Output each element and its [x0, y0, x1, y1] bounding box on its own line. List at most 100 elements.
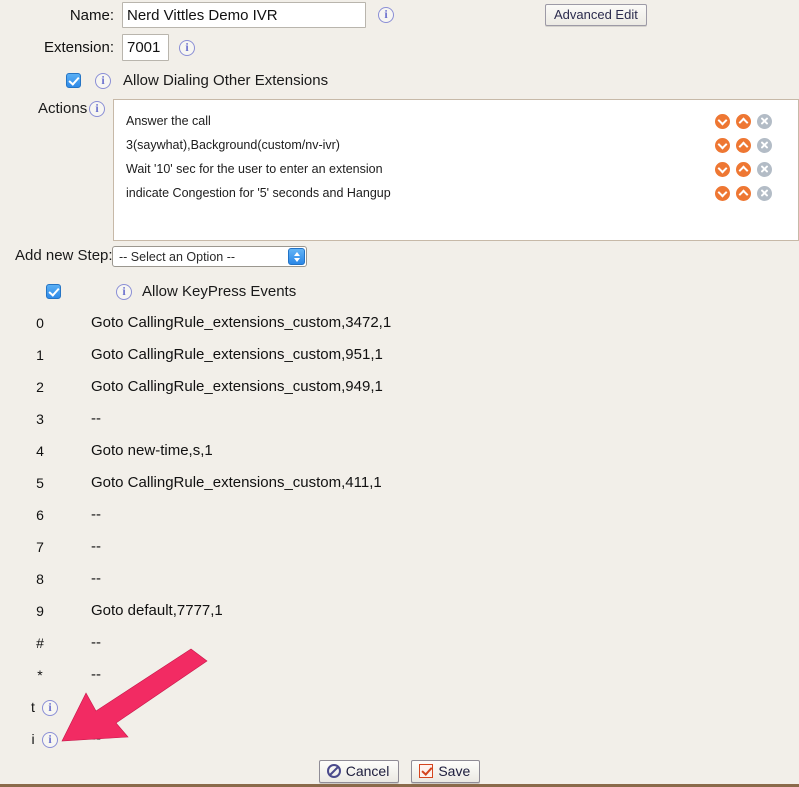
action-text: Answer the call: [126, 114, 211, 128]
name-info-icon[interactable]: i: [378, 7, 394, 23]
extension-input[interactable]: [122, 34, 169, 61]
allow-keypress-info-icon[interactable]: i: [116, 283, 132, 300]
keypress-key: 3: [36, 411, 44, 427]
action-row-controls: [715, 185, 772, 201]
allow-dialing-label: Allow Dialing Other Extensions: [123, 72, 329, 89]
keypress-value[interactable]: Goto CallingRule_extensions_custom,3472,…: [91, 314, 391, 331]
keypress-key: 2: [36, 379, 44, 395]
list-item[interactable]: i i --: [0, 726, 799, 758]
keypress-value[interactable]: --: [91, 410, 101, 427]
name-input[interactable]: [122, 2, 366, 28]
delete-circle-icon[interactable]: [757, 113, 772, 129]
chevron-down-circle-icon[interactable]: [715, 161, 730, 177]
keypress-key: 7: [36, 539, 44, 555]
keypress-i-info-icon[interactable]: i: [42, 732, 58, 748]
extension-row: Extension: i: [38, 34, 195, 61]
name-row: Name: i: [52, 2, 394, 28]
keypress-t-info-icon[interactable]: i: [42, 700, 58, 716]
keypress-value[interactable]: Goto new-time,s,1: [91, 442, 213, 459]
keypress-value[interactable]: --: [91, 570, 101, 587]
keypress-key: 6: [36, 507, 44, 523]
chevron-down-circle-icon[interactable]: [715, 113, 730, 129]
action-row[interactable]: Wait '10' sec for the user to enter an e…: [114, 157, 798, 181]
add-step-selected-value: -- Select an Option --: [119, 249, 236, 264]
action-row[interactable]: Answer the call: [114, 109, 798, 133]
chevron-down-circle-icon[interactable]: [715, 185, 730, 201]
actions-box: Answer the call 3(saywhat),Background(cu…: [113, 99, 799, 241]
keypress-value[interactable]: Goto CallingRule_extensions_custom,411,1: [91, 474, 382, 491]
list-item[interactable]: 1 Goto CallingRule_extensions_custom,951…: [0, 342, 799, 374]
action-row[interactable]: indicate Congestion for '5' seconds and …: [114, 181, 798, 205]
keypress-value[interactable]: --: [91, 666, 101, 683]
delete-circle-icon[interactable]: [757, 137, 772, 153]
allow-keypress-label: Allow KeyPress Events: [142, 283, 297, 300]
keypress-key: 0: [36, 315, 44, 331]
delete-circle-icon[interactable]: [757, 161, 772, 177]
keypress-value[interactable]: Goto CallingRule_extensions_custom,951,1: [91, 346, 383, 363]
list-item[interactable]: 5 Goto CallingRule_extensions_custom,411…: [0, 470, 799, 502]
list-item[interactable]: 8 --: [0, 566, 799, 598]
action-text: 3(saywhat),Background(custom/nv-ivr): [126, 138, 340, 152]
chevron-up-circle-icon[interactable]: [736, 113, 751, 129]
keypress-value[interactable]: --: [91, 730, 101, 747]
footer-button-bar: Cancel Save: [0, 760, 799, 783]
allow-dialing-info-icon[interactable]: i: [95, 72, 111, 89]
keypress-value[interactable]: --: [91, 538, 101, 555]
chevron-up-circle-icon[interactable]: [736, 185, 751, 201]
keypress-value[interactable]: --: [91, 506, 101, 523]
allow-dialing-row: i Allow Dialing Other Extensions: [66, 72, 328, 89]
keypress-key: *: [37, 667, 43, 683]
list-item[interactable]: 9 Goto default,7777,1: [0, 598, 799, 630]
action-text: indicate Congestion for '5' seconds and …: [126, 186, 391, 200]
add-step-select[interactable]: -- Select an Option --: [112, 246, 307, 267]
allow-keypress-checkbox[interactable]: [46, 284, 61, 299]
allow-dialing-checkbox[interactable]: [66, 73, 81, 88]
actions-label: Actions: [38, 100, 88, 117]
ivr-edit-page: Name: i Advanced Edit Extension: i i All…: [0, 0, 799, 787]
chevron-down-circle-icon[interactable]: [715, 137, 730, 153]
chevron-up-circle-icon[interactable]: [736, 137, 751, 153]
keypress-key: 1: [36, 347, 44, 363]
keypress-key: 9: [36, 603, 44, 619]
list-item[interactable]: * --: [0, 662, 799, 694]
add-step-label: Add new Step:: [15, 247, 113, 264]
keypress-key: 5: [36, 475, 44, 491]
no-entry-icon: [326, 764, 341, 778]
name-label: Name:: [69, 6, 114, 24]
cancel-button-label: Cancel: [345, 763, 390, 779]
chevron-updown-icon[interactable]: [288, 248, 305, 265]
extension-label: Extension:: [43, 39, 114, 56]
actions-info-icon[interactable]: i: [89, 101, 105, 117]
keypress-key: i: [31, 731, 35, 747]
keypress-key: 4: [36, 443, 44, 459]
action-row-controls: [715, 137, 772, 153]
list-item[interactable]: 3 --: [0, 406, 799, 438]
keypress-key: 8: [36, 571, 44, 587]
save-button-label: Save: [438, 763, 471, 779]
list-item[interactable]: 0 Goto CallingRule_extensions_custom,347…: [0, 310, 799, 342]
list-item[interactable]: 2 Goto CallingRule_extensions_custom,949…: [0, 374, 799, 406]
list-item[interactable]: 6 --: [0, 502, 799, 534]
action-row[interactable]: 3(saywhat),Background(custom/nv-ivr): [114, 133, 798, 157]
keypress-key: t: [31, 699, 35, 715]
chevron-up-circle-icon[interactable]: [736, 161, 751, 177]
list-item[interactable]: 4 Goto new-time,s,1: [0, 438, 799, 470]
save-button[interactable]: Save: [411, 760, 481, 783]
list-item[interactable]: t i: [0, 694, 799, 726]
extension-info-icon[interactable]: i: [179, 39, 195, 56]
cancel-button[interactable]: Cancel: [318, 760, 400, 783]
action-row-controls: [715, 161, 772, 177]
action-text: Wait '10' sec for the user to enter an e…: [126, 162, 383, 176]
keypress-value[interactable]: Goto default,7777,1: [91, 602, 223, 619]
keypress-key: #: [36, 635, 44, 651]
keypress-value[interactable]: --: [91, 634, 101, 651]
keypress-value[interactable]: Goto CallingRule_extensions_custom,949,1: [91, 378, 383, 395]
action-row-controls: [715, 113, 772, 129]
delete-circle-icon[interactable]: [757, 185, 772, 201]
checkbox-check-icon: [419, 764, 434, 778]
keypress-list: 0 Goto CallingRule_extensions_custom,347…: [0, 310, 799, 758]
list-item[interactable]: # --: [0, 630, 799, 662]
allow-keypress-row: i Allow KeyPress Events: [46, 283, 296, 300]
list-item[interactable]: 7 --: [0, 534, 799, 566]
advanced-edit-button[interactable]: Advanced Edit: [545, 4, 647, 26]
